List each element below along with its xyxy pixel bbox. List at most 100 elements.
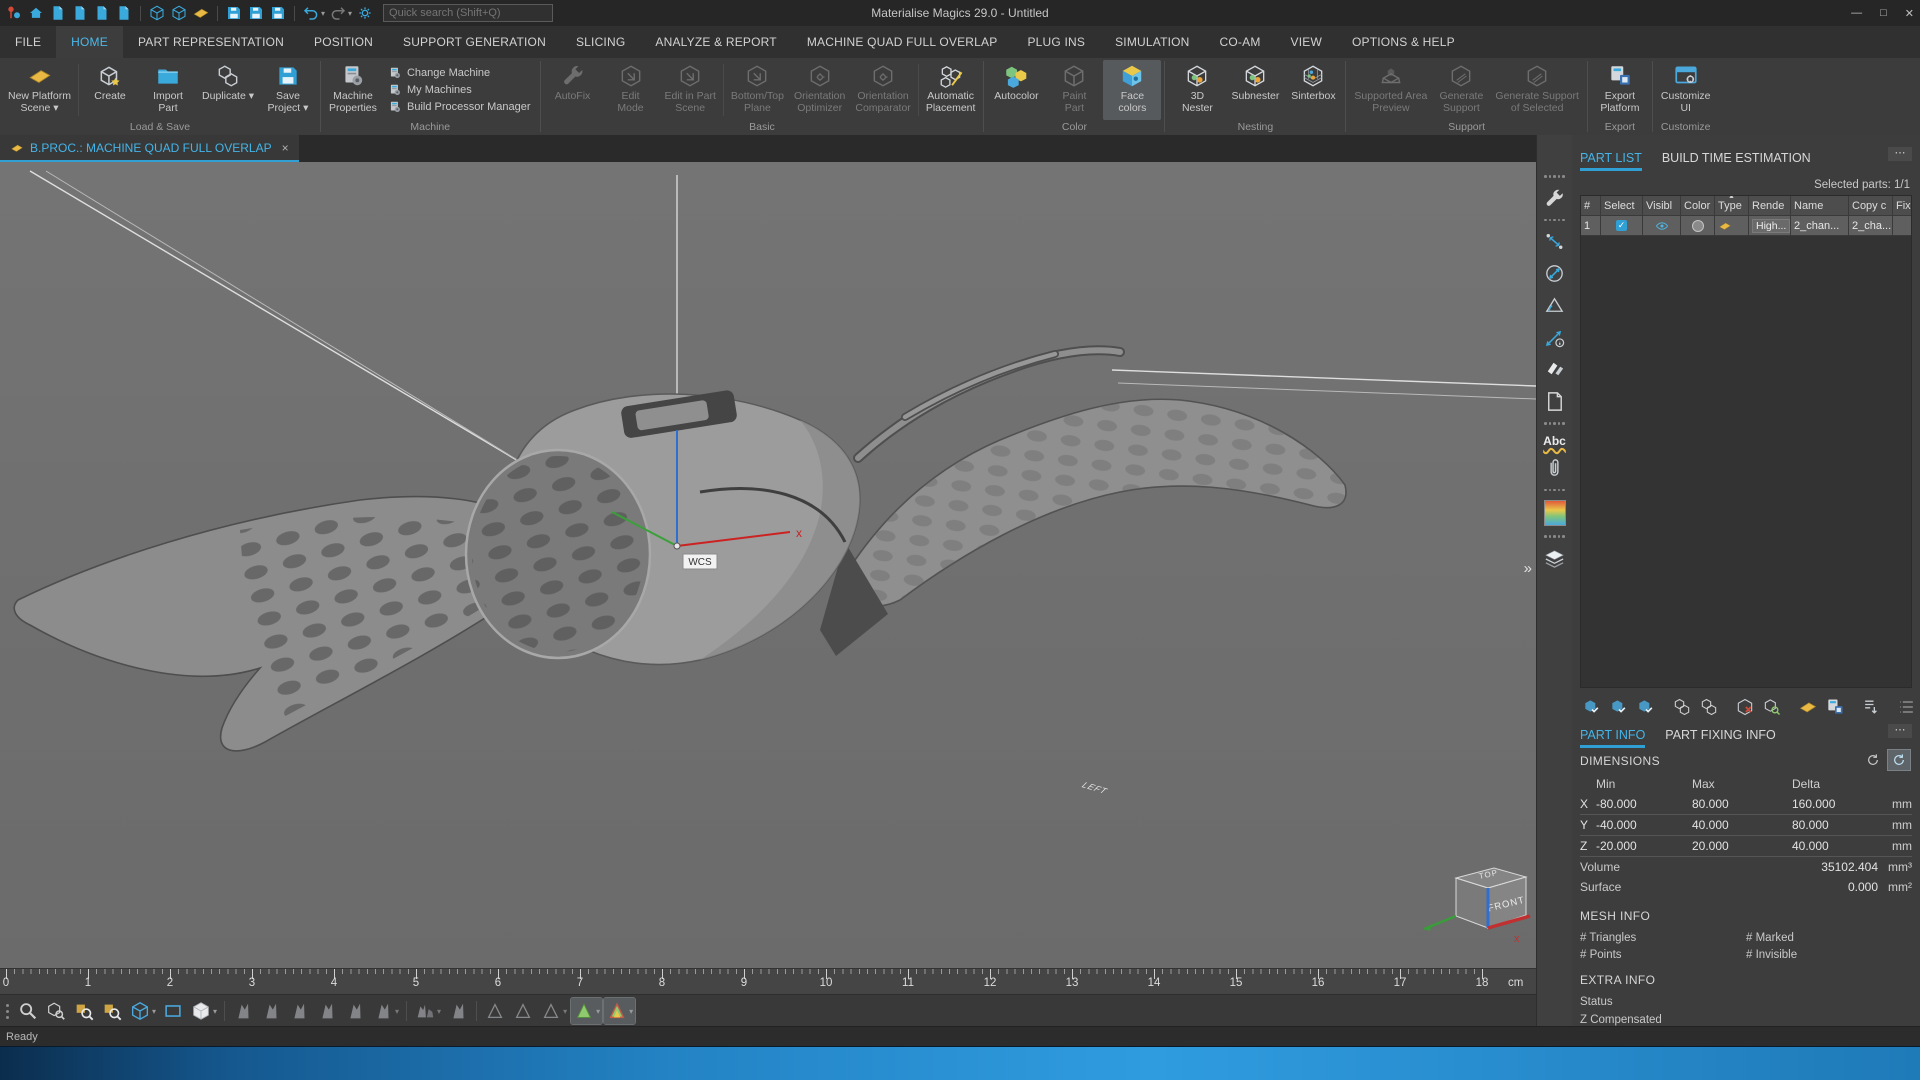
tab-position[interactable]: POSITION [299,26,388,58]
compact-view-button[interactable] [1895,695,1919,719]
minimize-button[interactable]: — [1851,7,1862,19]
info-tab-part-fixing-info[interactable]: PART FIXING INFO [1665,728,1775,748]
select-cell[interactable]: ✓ [1601,216,1643,236]
save-all-button[interactable] [268,3,288,23]
settings-gears-button[interactable] [355,3,375,23]
tab-part-representation[interactable]: PART REPRESENTATION [123,26,299,58]
ribbon-button-new-platform-scene[interactable]: New Platform Scene ▾ [3,60,76,120]
view-scene-button[interactable] [147,3,167,23]
column-header-fixinfo[interactable]: FixInfo [1893,196,1912,216]
column-header-rende[interactable]: Rende [1749,196,1791,216]
ribbon-button-face-colors[interactable]: Face colors [1103,60,1161,120]
delete-part-button[interactable] [1733,695,1757,719]
viewport-3d[interactable]: x WCS TOP LEFT FRONT x » [0,162,1536,968]
ribbon-button-edit-in-part-scene[interactable]: Edit in Part Scene [660,60,721,120]
export-file-button[interactable] [114,3,134,23]
ribbon-button-edit-mode[interactable]: Edit Mode [602,60,660,120]
duplicate-part-button[interactable] [1670,695,1694,719]
tab-view[interactable]: VIEW [1276,26,1337,58]
ribbon-button-save-project[interactable]: Save Project ▾ [259,60,317,120]
tab-simulation[interactable]: SIMULATION [1100,26,1204,58]
column-header-select[interactable]: Select [1601,196,1643,216]
eye-icon[interactable] [1655,219,1669,233]
invert-selection-button[interactable] [1634,695,1658,719]
orient-tool-5-button[interactable] [342,998,368,1024]
app-pin-button[interactable] [4,3,24,23]
close-button[interactable]: ✕ [1905,7,1914,20]
measure-distance-button[interactable] [1543,230,1566,253]
table-row[interactable]: 1✓High...2_chan...2_cha... [1581,216,1911,236]
save-as-button[interactable] [246,3,266,23]
assemble-parts-button[interactable] [1697,695,1721,719]
tab-file[interactable]: FILE [0,26,56,58]
measure-angle-button[interactable] [1543,294,1566,317]
measure-note-button[interactable] [1543,326,1566,349]
zoom-selected-button[interactable] [99,998,125,1024]
panel-tab-build-time-estimation[interactable]: BUILD TIME ESTIMATION [1662,151,1811,171]
ribbon-button-autofix[interactable]: AutoFix [544,60,602,120]
ribbon-button-orientation-optimizer[interactable]: Orientation Optimizer [789,60,850,120]
export-part-button[interactable] [1823,695,1847,719]
triangle-tool-3-button[interactable]: ▾ [538,998,569,1024]
ribbon-button-autocolor[interactable]: Autocolor [987,60,1045,120]
clip-box-button[interactable] [160,998,186,1024]
zoom-button[interactable] [15,998,41,1024]
model-3d[interactable] [14,350,1346,751]
ribbon-button-machine-properties[interactable]: Machine Properties [324,60,382,120]
quick-search-input[interactable] [383,4,553,22]
column-header-visibl[interactable]: Visibl [1643,196,1681,216]
triangle-tool-2-button[interactable] [510,998,536,1024]
ribbon-button-create[interactable]: Create [81,60,139,120]
marked-planes-button[interactable]: ▾ [604,998,635,1024]
column-header-name[interactable]: Name [1791,196,1849,216]
orient-tool-3-button[interactable] [286,998,312,1024]
view-part-button[interactable] [169,3,189,23]
ribbon-button-automatic-placement[interactable]: Automatic Placement [921,60,981,120]
ribbon-button-supported-area-preview[interactable]: Supported Area Preview [1349,60,1432,120]
ribbon-button-export-platform[interactable]: Export Platform [1591,60,1649,120]
select-all-parts-button[interactable] [1580,695,1604,719]
annotation-button[interactable]: Abc [1543,434,1566,448]
new-scene-button[interactable] [48,3,68,23]
ribbon-button-generate-support-of-selected[interactable]: Generate Support of Selected [1490,60,1583,120]
color-cell[interactable] [1681,216,1715,236]
tab-slicing[interactable]: SLICING [561,26,640,58]
select-displayed-button[interactable] [1607,695,1631,719]
tab-plug-ins[interactable]: PLUG INS [1012,26,1100,58]
ribbon-button-import-part[interactable]: Import Part [139,60,197,120]
tab-co-am[interactable]: CO-AM [1205,26,1276,58]
ribbon-button-sinterbox[interactable]: Sinterbox [1284,60,1342,120]
attachment-button[interactable] [1543,457,1566,480]
redo-button[interactable]: ▾ [328,3,353,23]
document-tab[interactable]: B.PROC.: MACHINE QUAD FULL OVERLAP × [0,135,299,162]
render-mode-button[interactable]: ▾ [188,998,219,1024]
triangle-tool-1-button[interactable] [482,998,508,1024]
menu-item-my-machines[interactable]: My Machines [388,83,531,97]
maximize-button[interactable]: □ [1880,7,1887,19]
column-header-color[interactable]: Color [1681,196,1715,216]
tab-support-generation[interactable]: SUPPORT GENERATION [388,26,561,58]
panel-tab-part-list[interactable]: PART LIST [1580,151,1642,171]
report-page-button[interactable] [1543,390,1566,413]
view-cube[interactable]: TOP LEFT FRONT x [1079,781,1530,945]
zoom-platform-button[interactable] [71,998,97,1024]
tab-analyze-report[interactable]: ANALYZE & REPORT [640,26,791,58]
column-header-copy-c[interactable]: Copy c [1849,196,1893,216]
checkbox-checked-icon[interactable]: ✓ [1616,220,1627,231]
wire-cube-view-button[interactable]: ▾ [127,998,158,1024]
refresh-dimensions-button[interactable] [1862,750,1884,770]
menu-item-change-machine[interactable]: Change Machine [388,66,531,80]
new-platform-button[interactable] [1796,695,1820,719]
measure-circle-button[interactable] [1543,262,1566,285]
ribbon-button-bottom-top-plane[interactable]: Bottom/Top Plane [726,60,789,120]
ribbon-button-generate-support[interactable]: Generate Support [1432,60,1490,120]
orient-tool-2-button[interactable] [258,998,284,1024]
taskbar[interactable] [0,1046,1920,1080]
orient-tool-6-button[interactable]: ▾ [370,998,401,1024]
panel-collapse-chevron[interactable]: » [1524,560,1532,577]
info-tab-overflow-button[interactable]: ⋯ [1888,724,1912,738]
ribbon-button-3d-nester[interactable]: 3D Nester [1168,60,1226,120]
import-file-button[interactable] [92,3,112,23]
ribbon-button-duplicate[interactable]: Duplicate ▾ [197,60,259,120]
open-file-button[interactable] [70,3,90,23]
